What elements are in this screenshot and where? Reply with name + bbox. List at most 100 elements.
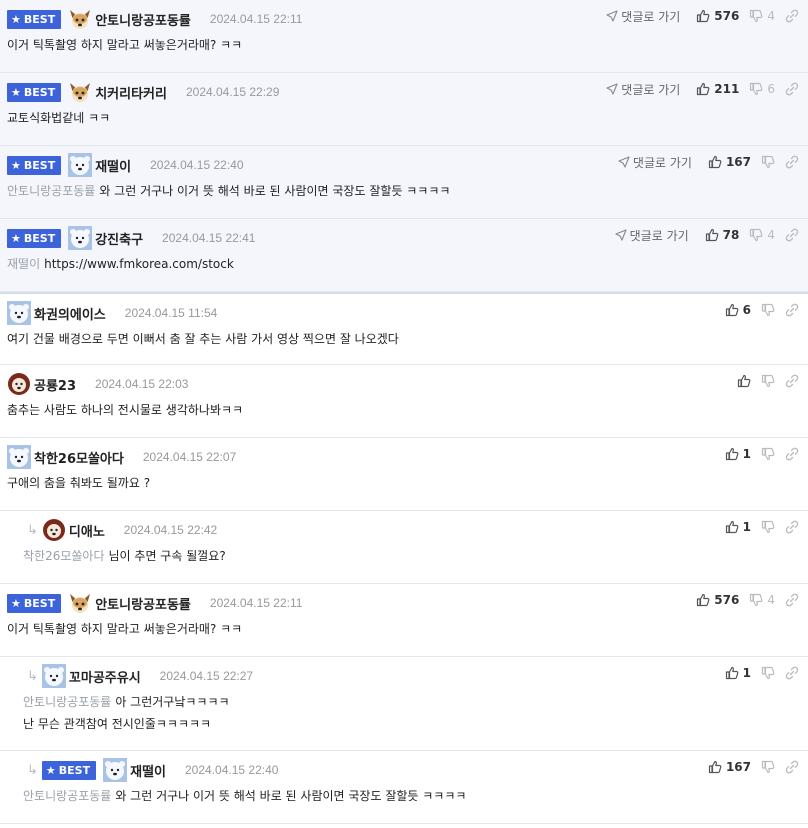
comment-header: ↳ 꼬마공주유시 2024.04.15 22:27 (23, 665, 800, 687)
comment-date: 2024.04.15 22:03 (95, 377, 189, 391)
upvote-button[interactable]: 78 (705, 228, 739, 242)
thumb-up-icon (725, 666, 739, 680)
goto-reply-button[interactable]: 댓글로 가기 (606, 8, 680, 25)
downvote-button[interactable]: 6 (749, 82, 775, 96)
avatar[interactable] (7, 301, 31, 325)
copy-link-button[interactable] (785, 155, 799, 169)
nickname[interactable]: 디애노 (69, 521, 105, 540)
goto-reply-button[interactable]: 댓글로 가기 (606, 81, 680, 98)
comment-item: ↳ 꼬마공주유시 2024.04.15 22:27 안토니랑공포동률 아 그런거구… (0, 657, 808, 751)
downvote-button[interactable] (761, 303, 775, 317)
avatar[interactable] (7, 445, 31, 469)
avatar[interactable] (68, 7, 92, 31)
downvote-button[interactable] (761, 447, 775, 461)
url-link[interactable]: https://www.fmkorea.com/stock (44, 257, 234, 271)
avatar[interactable] (42, 664, 66, 688)
comment-tools: 576 4 (686, 590, 799, 610)
mention-link[interactable]: 착한26모쏠아다 (23, 549, 105, 563)
copy-link-button[interactable] (785, 82, 799, 96)
downvote-button[interactable]: 4 (749, 228, 775, 242)
downvote-button[interactable]: 4 (749, 9, 775, 23)
nickname[interactable]: 꼬마공주유시 (69, 667, 141, 686)
thumb-up-icon (696, 9, 710, 23)
copy-link-button[interactable] (785, 303, 799, 317)
downvote-button[interactable] (761, 666, 775, 680)
comment-date: 2024.04.15 22:07 (142, 450, 237, 464)
nickname[interactable]: 화권의에이스 (34, 304, 106, 323)
comment-item: 착한26모쏠아다 2024.04.15 22:07 구애의 춤을 춰봐도 될까요… (0, 438, 808, 511)
upvote-button[interactable]: 576 (696, 9, 739, 23)
comment-content: 춤추는 사람도 하나의 전시물로 생각하나봐ㅋㅋ (7, 403, 244, 417)
mention-link[interactable]: 안토니랑공포동률 (23, 695, 111, 709)
downvote-button[interactable] (761, 760, 775, 774)
link-icon (785, 82, 799, 96)
nickname[interactable]: 공룡23 (34, 375, 76, 394)
avatar[interactable] (68, 226, 92, 250)
comment-date: 2024.04.15 22:40 (150, 158, 244, 172)
mention-link[interactable]: 안토니랑공포동률 (23, 789, 111, 803)
avatar[interactable] (42, 518, 66, 542)
nickname[interactable]: 재떨이 (95, 156, 131, 175)
upvote-button[interactable]: 576 (696, 593, 739, 607)
downvote-button[interactable] (761, 520, 775, 534)
nickname[interactable]: 치커리타커리 (95, 83, 167, 102)
comment-item: ↳ ★ BEST 재떨이 2024.04.15 22:40 안토니랑공포동률 와 그… (0, 751, 808, 824)
nickname[interactable]: 착한26모쏠아다 (34, 448, 124, 467)
comment-item: 화권의에이스 2024.04.15 11:54 여기 건물 배경으로 두면 이뻐… (0, 292, 808, 365)
comment-header: ↳ 디애노 2024.04.15 22:42 (23, 519, 800, 541)
nickname[interactable]: 안토니랑공포동률 (95, 10, 191, 29)
copy-link-button[interactable] (785, 666, 799, 680)
upvote-button[interactable]: 211 (696, 82, 739, 96)
upvote-button[interactable]: 1 (725, 666, 751, 680)
thumb-up-icon (725, 303, 739, 317)
downvote-button[interactable] (761, 374, 775, 388)
comment-tools: 댓글로 가기 576 4 (596, 6, 799, 26)
comment-date: 2024.04.15 22:11 (209, 596, 303, 610)
thumb-down-icon (749, 9, 763, 23)
copy-link-button[interactable] (785, 9, 799, 23)
downvote-button[interactable] (761, 155, 775, 169)
avatar[interactable] (68, 80, 92, 104)
copy-link-button[interactable] (785, 520, 799, 534)
upvote-button[interactable]: 167 (708, 760, 751, 774)
thumb-down-icon (761, 303, 775, 317)
avatar[interactable] (7, 372, 31, 396)
nickname[interactable]: 재떨이 (130, 761, 166, 780)
best-badge: ★ BEST (7, 82, 62, 102)
copy-link-button[interactable] (785, 374, 799, 388)
copy-link-button[interactable] (785, 447, 799, 461)
goto-reply-button[interactable]: 댓글로 가기 (615, 227, 689, 244)
send-arrow-icon (606, 10, 618, 22)
mention-link[interactable]: 재떨이 (7, 257, 40, 271)
upvote-button[interactable]: 6 (725, 303, 751, 317)
comment-header: 화권의에이스 2024.04.15 11:54 (7, 302, 800, 324)
copy-link-button[interactable] (785, 760, 799, 774)
comment-content: 이거 틱톡촬영 하지 말라고 써놓은거라매? ㅋㅋ (7, 622, 243, 636)
goto-reply-button[interactable]: 댓글로 가기 (618, 154, 692, 171)
upvote-button[interactable]: 1 (725, 447, 751, 461)
thumb-up-icon (725, 520, 739, 534)
copy-link-button[interactable] (785, 593, 799, 607)
link-icon (785, 228, 799, 242)
best-badge: ★ BEST (7, 155, 62, 175)
copy-link-button[interactable] (785, 228, 799, 242)
upvote-button[interactable] (737, 374, 751, 388)
nickname[interactable]: 안토니랑공포동률 (95, 594, 191, 613)
comment-tools: 167 (698, 757, 799, 777)
upvote-button[interactable]: 1 (725, 520, 751, 534)
nickname[interactable]: 강진축구 (95, 229, 143, 248)
comment-content: 안토니랑공포동률 아 그런거구낰ㅋㅋㅋㅋ 난 무슨 관객참여 전시인줄ㅋㅋㅋㅋㅋ (23, 695, 230, 731)
link-icon (785, 374, 799, 388)
avatar[interactable] (103, 758, 127, 782)
avatar[interactable] (68, 591, 92, 615)
reply-arrow-icon: ↳ (27, 762, 38, 778)
avatar[interactable] (68, 153, 92, 177)
comment-item: 공룡23 2024.04.15 22:03 춤추는 사람도 하나의 전시물로 생… (0, 365, 808, 438)
thumb-down-icon (761, 666, 775, 680)
reply-arrow-icon: ↳ (27, 522, 38, 538)
comment-content: 구애의 춤을 춰봐도 될까요 ? (7, 476, 151, 490)
link-icon (785, 666, 799, 680)
upvote-button[interactable]: 167 (708, 155, 751, 169)
downvote-button[interactable]: 4 (749, 593, 775, 607)
mention-link[interactable]: 안토니랑공포동률 (7, 184, 95, 198)
